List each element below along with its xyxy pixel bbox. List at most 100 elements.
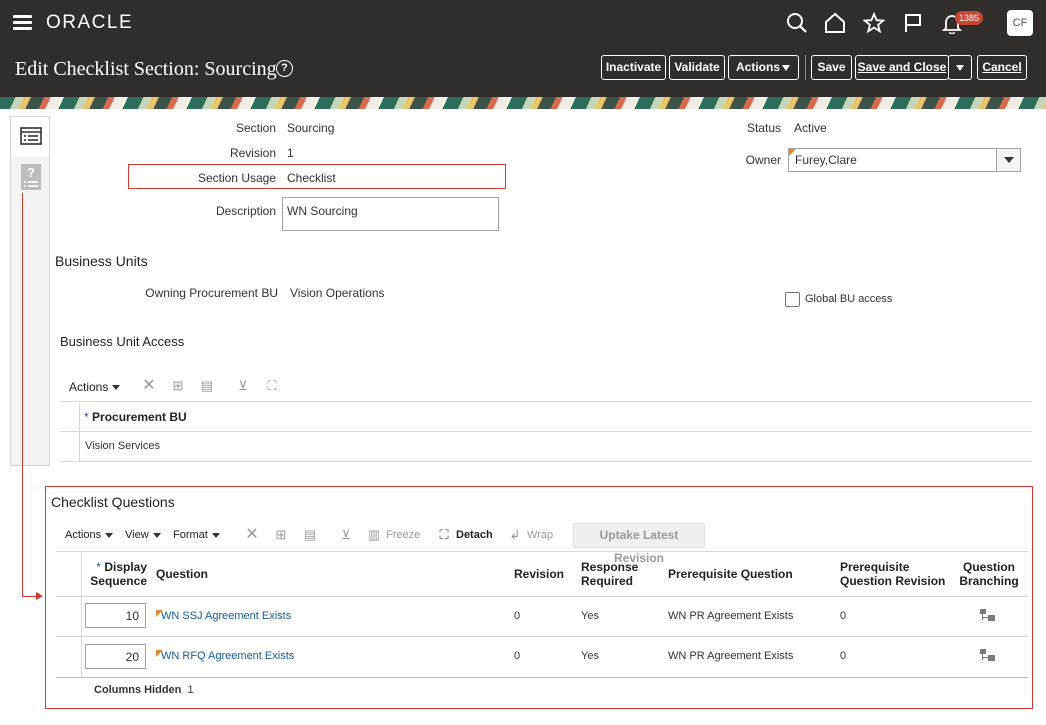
wrap-icon[interactable]: ↲: [507, 528, 523, 542]
required-indicator-icon: [789, 149, 796, 156]
display-sequence-input[interactable]: 10: [85, 603, 146, 628]
response-required-column-header[interactable]: Response Required: [581, 560, 638, 588]
global-header: ORACLE 1385 CF: [0, 0, 1046, 46]
question-link[interactable]: WN SSJ Agreement Exists: [161, 610, 291, 622]
section-label: Section: [235, 121, 276, 135]
uptake-latest-revision-button[interactable]: Uptake Latest Revision: [573, 523, 705, 565]
detach-table-icon[interactable]: ⛶: [264, 379, 280, 393]
owner-dropdown-button[interactable]: [996, 149, 1020, 171]
questions-tab-icon[interactable]: ?: [20, 163, 42, 191]
question-branching-column-header[interactable]: Question Branching: [958, 560, 1020, 588]
oracle-logo[interactable]: ORACLE: [46, 12, 133, 34]
toolbar-divider: [805, 55, 806, 80]
chevron-down-icon: [211, 532, 220, 538]
actions-menu-button[interactable]: Actions: [728, 55, 799, 80]
user-avatar[interactable]: CF: [1007, 10, 1033, 36]
prerequisite-question-column-header[interactable]: Prerequisite Question: [668, 567, 793, 581]
page-title: Edit Checklist Section: Sourcing: [15, 58, 277, 80]
prerequisite-revision-column-header[interactable]: Prerequisite Question Revision: [840, 560, 945, 588]
delete-icon[interactable]: ✕: [244, 527, 260, 543]
response-required-cell: Yes: [581, 650, 599, 662]
detach-icon[interactable]: ⛶: [436, 528, 452, 542]
cancel-button[interactable]: Cancel: [977, 55, 1027, 80]
prerequisite-question-cell: WN PR Agreement Exists: [668, 650, 794, 662]
procurement-bu-cell[interactable]: Vision Services: [85, 440, 160, 452]
status-value: Active: [794, 121, 827, 135]
columns-hidden-label: Columns Hidden: [94, 684, 182, 696]
response-required-header-line2: Required: [581, 574, 634, 588]
table-border: [60, 401, 1032, 402]
view-menu[interactable]: View: [125, 529, 161, 541]
owner-field[interactable]: Furey,Clare: [788, 148, 1021, 172]
procurement-bu-column-header[interactable]: * Procurement BU: [84, 410, 187, 424]
description-field[interactable]: WN Sourcing: [282, 197, 499, 231]
side-panel-rail: ?: [10, 116, 50, 466]
question-column-header[interactable]: Question: [156, 567, 208, 581]
details-tab[interactable]: [11, 117, 49, 157]
cq-actions-menu[interactable]: Actions: [65, 529, 114, 541]
required-asterisk: *: [84, 410, 93, 424]
bu-actions-menu[interactable]: Actions: [69, 380, 121, 394]
insert-row-icon[interactable]: ▤: [199, 379, 215, 393]
global-bu-access-label: Global BU access: [805, 293, 893, 305]
prerequisite-question-cell: WN PR Agreement Exists: [668, 610, 794, 622]
home-icon[interactable]: [824, 12, 846, 34]
revision-column-header[interactable]: Revision: [514, 567, 564, 581]
query-by-example-icon[interactable]: ⊻: [338, 528, 354, 542]
search-icon[interactable]: [786, 12, 808, 34]
table-border: [56, 636, 1028, 637]
inactivate-button[interactable]: Inactivate: [601, 55, 666, 80]
prerequisite-revision-cell: 0: [840, 610, 847, 622]
freeze-icon[interactable]: ▥: [366, 528, 382, 542]
section-usage-value: Checklist: [287, 171, 336, 185]
decorative-banner: [0, 97, 1046, 109]
question-branching-icon[interactable]: [980, 649, 995, 663]
business-units-heading: Business Units: [55, 253, 148, 269]
annotation-arrow-head: [36, 592, 43, 600]
freeze-button[interactable]: Freeze: [386, 529, 420, 541]
save-button[interactable]: Save: [811, 55, 852, 80]
section-usage-label: Section Usage: [197, 171, 276, 185]
wrap-button[interactable]: Wrap: [527, 529, 553, 541]
revision-label: Revision: [229, 146, 276, 160]
status-label: Status: [746, 121, 781, 135]
question-link[interactable]: WN RFQ Agreement Exists: [161, 650, 294, 662]
favorites-star-icon[interactable]: [863, 12, 885, 34]
branching-header-line1: Question: [962, 560, 1015, 574]
insert-row-icon[interactable]: ▤: [302, 528, 318, 542]
chevron-down-icon: [105, 532, 114, 538]
business-unit-access-heading: Business Unit Access: [60, 334, 185, 349]
owner-value: Furey,Clare: [795, 153, 857, 167]
save-options-dropdown[interactable]: [948, 55, 972, 80]
detach-button[interactable]: Detach: [456, 529, 493, 541]
table-border: [56, 677, 1028, 678]
global-bu-access-checkbox[interactable]: [785, 292, 800, 307]
owner-label: Owner: [745, 153, 781, 167]
delete-icon[interactable]: ✕: [141, 378, 157, 394]
add-row-icon[interactable]: ⊞: [273, 528, 289, 542]
display-sequence-column-header[interactable]: * Display Sequence: [89, 560, 147, 588]
validate-button[interactable]: Validate: [669, 55, 725, 80]
cq-actions-label: Actions: [65, 529, 102, 541]
chevron-down-icon: [956, 65, 964, 71]
help-icon[interactable]: ?: [276, 60, 293, 77]
display-sequence-header-line2: Sequence: [90, 574, 147, 588]
chevron-down-icon: [112, 385, 121, 391]
display-sequence-input[interactable]: 20: [85, 644, 146, 669]
query-by-example-icon[interactable]: ⊻: [235, 379, 251, 393]
procurement-bu-header-label: Procurement BU: [92, 410, 187, 424]
revision-cell: 0: [514, 650, 521, 662]
page-header: Edit Checklist Section: Sourcing ? Inact…: [0, 46, 1046, 97]
display-sequence-header-line1: Display: [104, 560, 147, 574]
save-and-close-button[interactable]: Save and Close: [855, 55, 949, 80]
add-row-icon[interactable]: ⊞: [170, 379, 186, 393]
format-menu[interactable]: Format: [173, 529, 220, 541]
checklist-questions-heading: Checklist Questions: [51, 494, 175, 510]
columns-hidden-count: 1: [187, 684, 194, 696]
chevron-down-icon: [782, 65, 790, 71]
question-branching-icon[interactable]: [980, 609, 995, 623]
watchlist-flag-icon[interactable]: [902, 12, 924, 34]
menu-icon[interactable]: [13, 15, 32, 30]
svg-text:?: ?: [27, 165, 35, 180]
table-border: [60, 461, 1032, 462]
